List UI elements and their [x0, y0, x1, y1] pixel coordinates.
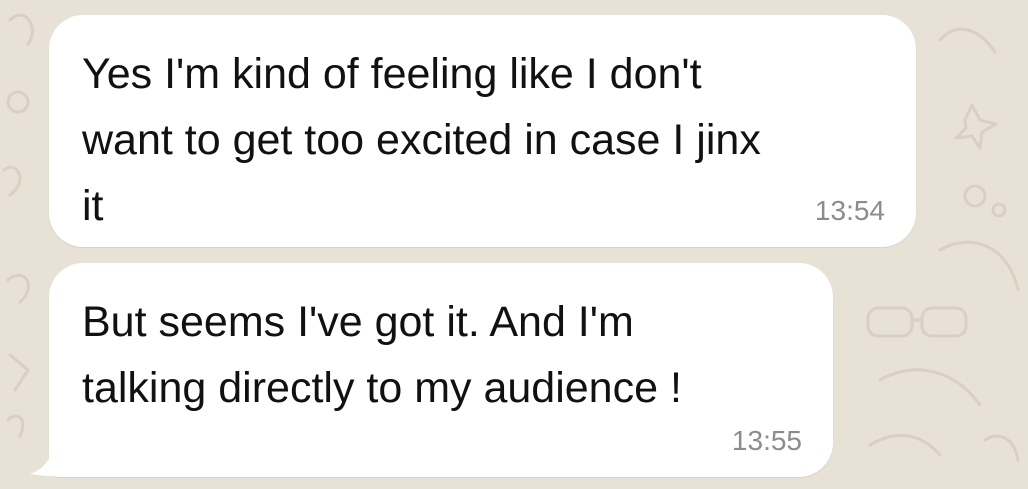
message-bubble-incoming[interactable]: Yes I'm kind of feeling like I don't wan…	[49, 15, 916, 247]
message-timestamp: 13:54	[814, 195, 885, 226]
message-timestamp: 13:55	[731, 425, 802, 456]
message-text: But seems I've got it. And I'm talking d…	[82, 298, 682, 412]
chat-screen: { "chat": { "messages": [ { "text": "Yes…	[0, 0, 1028, 489]
message-bubble-incoming[interactable]: But seems I've got it. And I'm talking d…	[49, 263, 833, 477]
message-text: Yes I'm kind of feeling like I don't wan…	[82, 50, 761, 230]
message-tail-icon	[30, 436, 70, 477]
